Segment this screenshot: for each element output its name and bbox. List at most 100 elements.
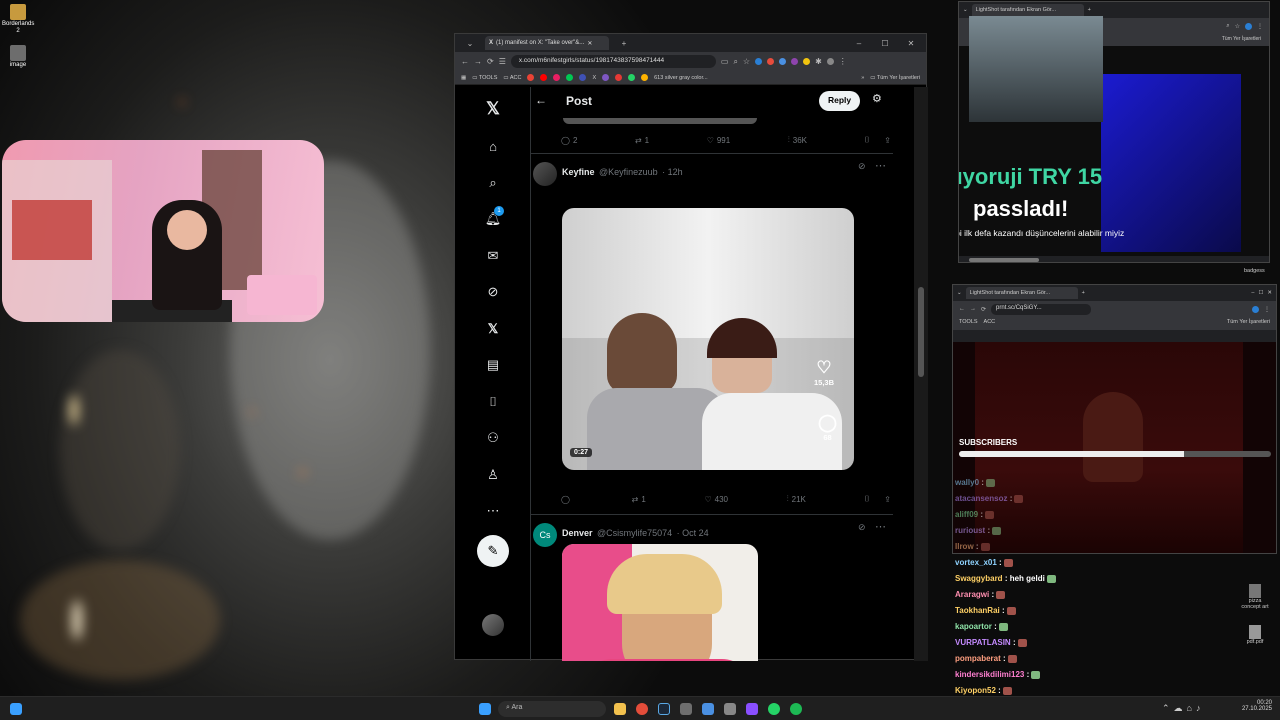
bookmark-folder-tools[interactable]: TOOLS [959, 319, 978, 328]
chat-username[interactable]: Ilrow [955, 542, 974, 551]
extension-icon[interactable] [767, 58, 775, 65]
bookmark-icon[interactable] [579, 74, 587, 81]
bookmark-icon[interactable] [553, 74, 561, 81]
post-denver[interactable]: Cs Denver @Csismylife75074 · Oct 24 ⊘ ⋯ [531, 515, 893, 661]
system-tray[interactable]: ⌃☁⌂♪ [1162, 703, 1204, 714]
like-action[interactable]: ♡ 991 [707, 136, 731, 145]
file-explorer-icon[interactable] [614, 703, 626, 715]
extension-icon[interactable] [791, 58, 799, 65]
desktop-icon-borderlands[interactable]: Borderlands 2 [2, 4, 34, 35]
communities-icon[interactable]: ⚇ [483, 428, 503, 448]
more-icon[interactable]: ⋯ [483, 501, 503, 521]
explore-search-icon[interactable]: ⌕ [483, 173, 503, 193]
bookmark-icon[interactable] [566, 74, 574, 81]
forward-icon[interactable]: → [474, 57, 482, 66]
scrollbar[interactable] [914, 87, 928, 661]
compose-post-button[interactable]: ✎ [477, 535, 509, 567]
back-icon[interactable]: ← [461, 57, 469, 66]
bookmark-folder-tools[interactable]: ▭ TOOLS [472, 75, 497, 81]
url-field[interactable]: prnt.sc/CqSiGY... [991, 303, 1092, 315]
windows-start-icon[interactable] [10, 703, 22, 715]
user-handle[interactable]: @Keyfinezuub [599, 167, 658, 177]
avatar[interactable] [533, 162, 557, 186]
browser-menu-icon[interactable]: ⋮ [1257, 23, 1263, 30]
reply-action[interactable]: ◯ [561, 495, 573, 504]
home-icon[interactable]: ⌂ [483, 137, 503, 157]
browser-menu-icon[interactable]: ⋮ [839, 57, 847, 66]
extension-icon[interactable] [1252, 305, 1259, 313]
account-avatar[interactable] [482, 614, 504, 636]
settings-gear-icon[interactable] [724, 703, 736, 715]
like-action[interactable]: ♡ 430 [704, 495, 728, 504]
user-handle[interactable]: @Csismylife75074 [597, 528, 672, 538]
chat-username[interactable]: TaokhanRai [955, 606, 1000, 615]
horizontal-scrollbar[interactable] [969, 258, 1039, 262]
extension-icon[interactable] [1245, 22, 1252, 30]
bookmark-star-icon[interactable]: ☆ [743, 57, 750, 66]
x-bookmark-icon[interactable]: X [592, 75, 596, 81]
grok-analyze-icon[interactable]: ⊘ [858, 161, 866, 172]
minimize-icon[interactable]: – [1251, 290, 1254, 296]
back-icon[interactable]: ← [959, 306, 965, 312]
reply-action[interactable]: ◯ 2 [561, 136, 577, 145]
clock[interactable]: 00:20 27.10.2025 [1232, 700, 1272, 712]
comment-overlay[interactable]: ◯ 68 [818, 413, 837, 442]
post-image[interactable] [562, 544, 758, 661]
display-name[interactable]: Denver [562, 528, 593, 538]
premium-x-icon[interactable]: 𝕏 [483, 319, 503, 339]
chat-username[interactable]: pompaberat [955, 654, 1001, 663]
grok-icon[interactable]: ⊘ [483, 282, 503, 302]
apps-grid-icon[interactable]: ▦ [461, 75, 466, 81]
x-logo-icon[interactable]: 𝕏 [483, 99, 503, 119]
url-field[interactable]: x.com/m6nifestgirls/status/1981743837598… [510, 55, 716, 68]
like-overlay[interactable]: ♡ 15,3B [814, 358, 834, 387]
views-action[interactable]: ⫶ 21K [787, 494, 806, 504]
browser-tab[interactable]: LightShot tarafından Ekran Gör... [965, 287, 1078, 299]
chat-username[interactable]: Kiyopon52 [955, 686, 996, 695]
extension-icon[interactable] [779, 58, 787, 65]
taskbar-search[interactable]: ⌕ Ara [498, 701, 606, 717]
chat-username[interactable]: aliff09 [955, 510, 978, 519]
app-icon[interactable] [680, 703, 692, 715]
repost-action[interactable]: ⇄ 1 [635, 136, 649, 145]
all-bookmarks-link[interactable]: Tüm Yer İşaretleri [1222, 36, 1261, 42]
scrollbar-thumb[interactable] [918, 287, 924, 377]
tab-search-icon[interactable]: ⌄ [459, 39, 481, 48]
all-bookmarks-link[interactable]: ▭ Tüm Yer İşaretleri [870, 75, 920, 81]
desktop-icon-image[interactable]: image [2, 45, 34, 69]
bookmark-icon[interactable] [540, 74, 548, 81]
chat-username[interactable]: Swaggybard [955, 574, 1003, 583]
extensions-puzzle-icon[interactable]: ✱ [815, 57, 822, 66]
chrome-icon[interactable] [636, 703, 648, 715]
grok-analyze-icon[interactable]: ⊘ [858, 522, 866, 533]
windows-start-icon-center[interactable] [479, 703, 491, 715]
forward-icon[interactable]: → [970, 306, 976, 312]
back-arrow-icon[interactable]: ← [535, 93, 547, 107]
messages-envelope-icon[interactable]: ✉ [483, 246, 503, 266]
tab-search-icon[interactable]: ⌄ [957, 290, 962, 296]
new-tab-icon[interactable]: + [1082, 290, 1085, 296]
repost-action[interactable]: ⇄ 1 [632, 495, 646, 504]
tab-search-icon[interactable]: ⌄ [963, 7, 968, 13]
chat-username[interactable]: rurioust [955, 526, 985, 535]
reload-icon[interactable]: ⟳ [981, 306, 986, 313]
chat-username[interactable]: atacansensoz [955, 494, 1007, 503]
tab-close-icon[interactable]: ✕ [587, 40, 592, 47]
steam-icon[interactable] [658, 703, 670, 715]
display-name[interactable]: Keyfine [562, 167, 595, 177]
chat-username[interactable]: wally0 [955, 478, 979, 487]
zoom-icon[interactable]: ⌕ [733, 57, 737, 67]
post-time[interactable]: · 12h [662, 167, 683, 177]
browser-tab[interactable]: X (1) manifest on X: "Take over"&... ✕ [485, 36, 609, 50]
whatsapp-icon[interactable] [768, 703, 780, 715]
lists-icon[interactable]: ▤ [483, 355, 503, 375]
maximize-icon[interactable]: ☐ [874, 39, 896, 48]
views-action[interactable]: ⫶ 36K [788, 135, 807, 145]
post-time[interactable]: · Oct 24 [677, 528, 709, 538]
post-keyfine[interactable]: Keyfine @Keyfinezuub · 12h ⊘ ⋯ ♡ 15,3B ◯ [531, 154, 893, 474]
post-more-icon[interactable]: ⋯ [875, 520, 886, 533]
profile-icon[interactable]: ♙ [483, 465, 503, 485]
browser-menu-icon[interactable]: ⋮ [1264, 306, 1270, 313]
maximize-icon[interactable]: ☐ [1258, 290, 1263, 296]
chat-username[interactable]: kindersikdilimi123 [955, 670, 1024, 679]
